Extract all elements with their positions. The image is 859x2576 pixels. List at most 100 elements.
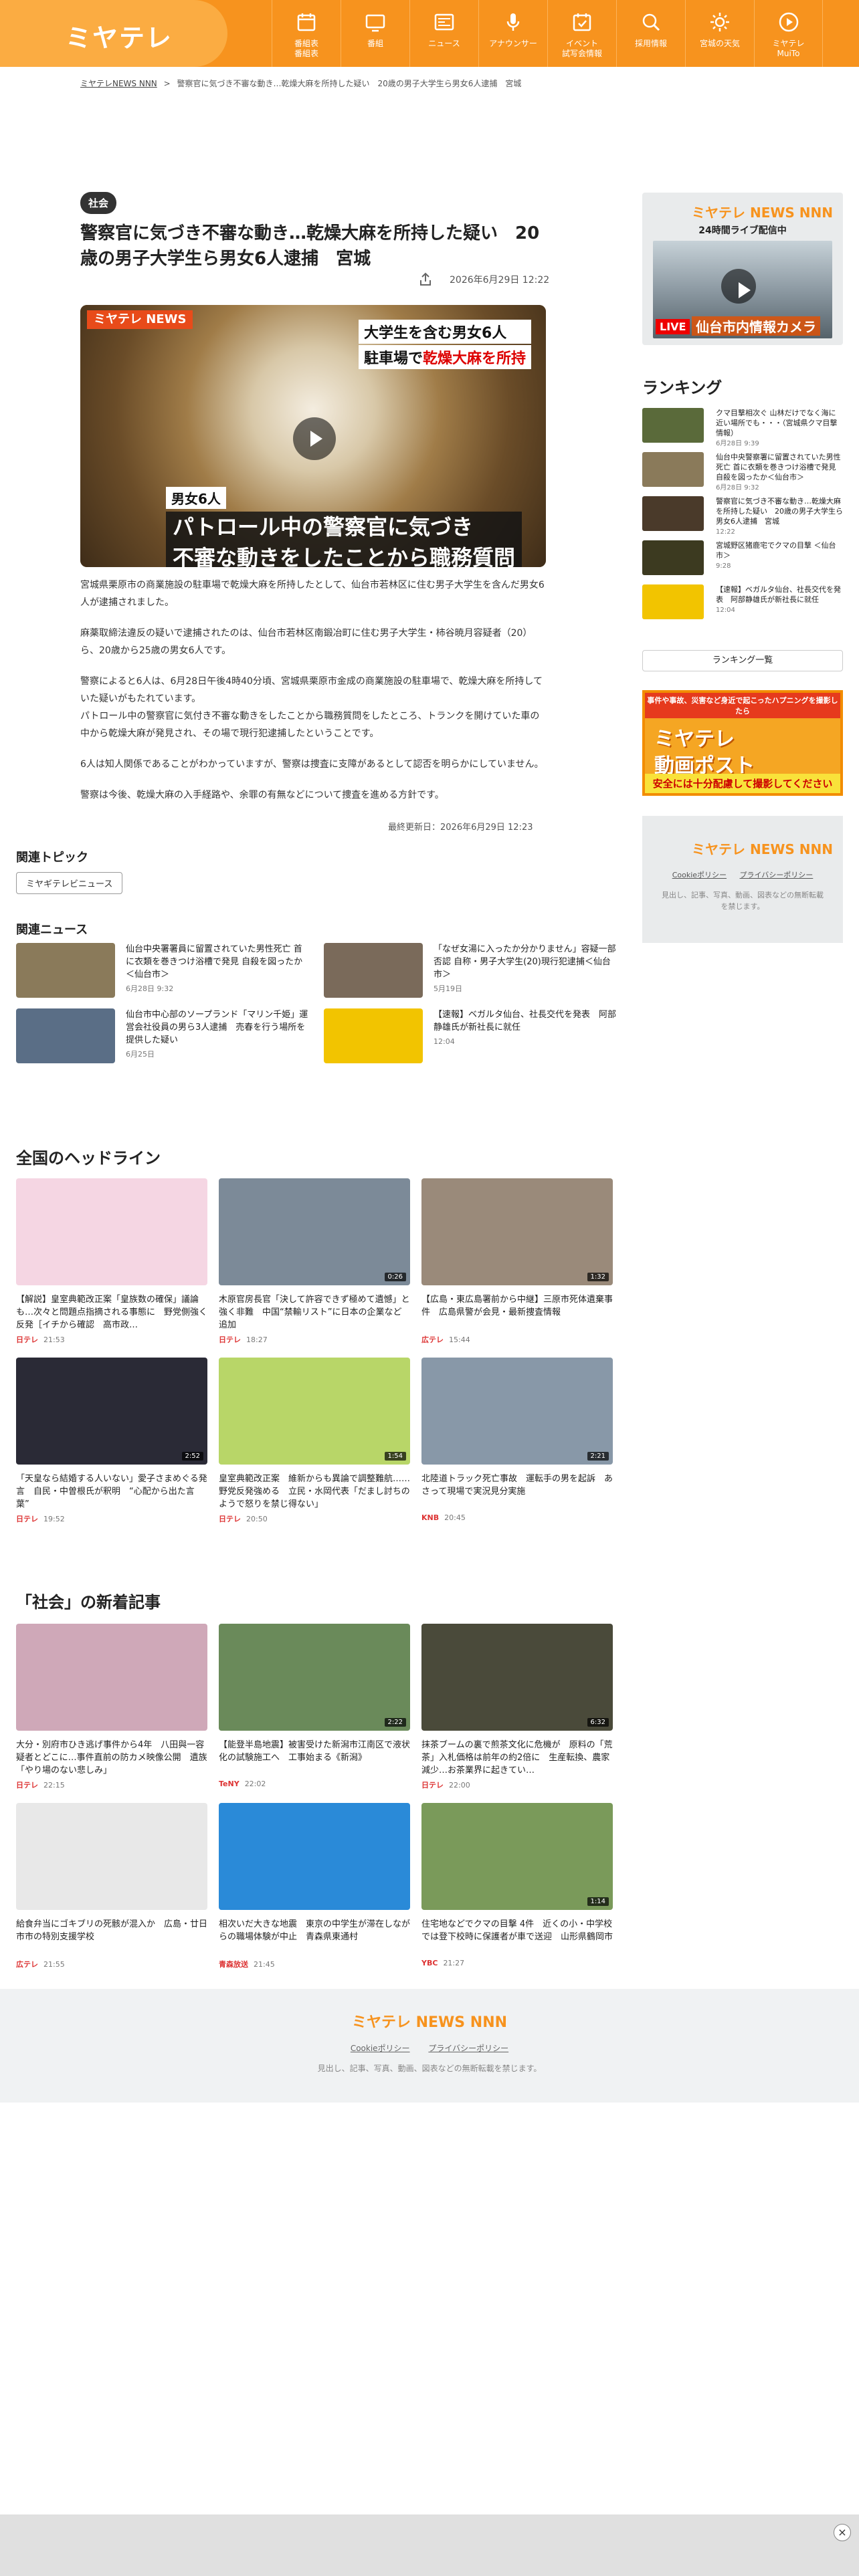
video-logo: ミヤテレ NEWS (87, 310, 193, 329)
play-button[interactable] (293, 417, 336, 460)
nav-item[interactable]: 宮城の天気 (685, 0, 754, 67)
news-card-time: 15:44 (449, 1335, 470, 1344)
news-card[interactable]: 2:22 【能登半島地震】被害受けた新潟市江南区で液状化の試験施工へ 工事始まる《… (219, 1624, 410, 1788)
news-card[interactable]: 2:21 北陸道トラック死亡事故 運転手の男を起訴 あさって現場で実況見分実施 KN… (421, 1358, 613, 1522)
video-duration: 2:21 (587, 1452, 609, 1461)
breadcrumb-separator: > (163, 79, 171, 88)
news-card-title: 北陸道トラック死亡事故 運転手の男を起訴 あさって現場で実況見分実施 (421, 1474, 613, 1497)
related-news-heading: 関連ニュース (16, 923, 88, 937)
news-card-time: 22:15 (43, 1781, 65, 1790)
live-thumbnail: LIVE 仙台市内情報カメラ (653, 241, 832, 338)
live-badge: LIVE (656, 319, 690, 334)
news-card[interactable]: 0:26 木原官房長官「決して許容できず極めて遺憾」と強く非難 中国“禁輸リスト”… (219, 1178, 410, 1345)
article-paragraph: 宮城県栗原市の商業施設の駐車場で乾燥大麻を所持したとして、仙台市若林区に住む男子… (80, 580, 545, 608)
nav-item[interactable]: 採用情報 (616, 0, 685, 67)
ranking-more-button[interactable]: ランキング一覧 (642, 650, 843, 671)
news-card-time: 21:55 (43, 1960, 65, 1969)
ranking-thumbnail (642, 540, 704, 575)
ranking-item[interactable]: 警察官に気づき不審な動き…乾燥大麻を所持した疑い 20歳の男子大学生ら男女6人逮… (642, 496, 843, 536)
news-card[interactable]: 1:32 【広島・東広島署前から中継】三原市死体遺棄事件 広島県警が会見・最新捜査… (421, 1178, 613, 1345)
banner-title: ミヤテレ 動画ポスト (645, 718, 840, 780)
sidebar-footer: ミヤテレ NEWS NNN Cookieポリシー プライバシーポリシー 見出し、… (642, 816, 843, 943)
video-caption-top: 大学生を含む男女6人 駐車場で乾燥大麻を所持 (358, 320, 531, 370)
ranking-item[interactable]: 【速報】ベガルタ仙台、社長交代を発表 阿部静雄氏が新社長に就任 12:04 (642, 584, 843, 622)
news-card-thumbnail: 1:14 (421, 1803, 613, 1910)
nav-item[interactable]: 番組 (341, 0, 409, 67)
news-card-title: 【広島・東広島署前から中継】三原市死体遺棄事件 広島県警が会見・最新捜査情報 (421, 1295, 613, 1317)
related-topic-button[interactable]: ミヤギテレビニュース (16, 872, 123, 894)
news-card-thumbnail (16, 1178, 207, 1285)
news-card[interactable]: 【解説】皇室典範改正案「皇族数の確保」議論も…次々と問題点指摘される事態に 野党… (16, 1178, 207, 1345)
nav-item[interactable]: アナウンサー (478, 0, 547, 67)
news-card-title: 給食弁当にゴキブリの死骸が混入か 広島・廿日市市の特別支援学校 (16, 1919, 207, 1942)
nav-item[interactable]: イベント 試写会情報 (547, 0, 616, 67)
news-card[interactable]: 相次いだ大きな地震 東京の中学生が滞在しながらの職場体験が中止 青森県東通村 青森… (219, 1803, 410, 1969)
nav-label: イベント 試写会情報 (561, 39, 602, 58)
sidebar-footer-logo[interactable]: ミヤテレ NEWS NNN (692, 839, 833, 858)
live-play-button[interactable] (721, 269, 756, 304)
nav-item[interactable]: ミヤテレ MuiTo (754, 0, 823, 67)
video-player[interactable]: ミヤテレ NEWS 大学生を含む男女6人 駐車場で乾燥大麻を所持 男女6人 パト… (80, 305, 546, 567)
video-caption-line2b: 乾燥大麻を所持 (422, 350, 526, 367)
news-card-source: 広テレ (16, 1960, 38, 1969)
related-news-item[interactable]: 「なぜ女湯に入ったか分かりません」容疑一部否認 自称・男子大学生(20)現行犯逮… (324, 943, 618, 998)
news-card[interactable]: 1:54 皇室典範改正案 維新からも異論で調整難航……野党反発強める 立民・水岡代… (219, 1358, 410, 1524)
ad-close-button[interactable]: × (834, 2524, 851, 2541)
cookie-policy-link[interactable]: Cookieポリシー (672, 871, 727, 879)
ad-bar: × (0, 2514, 859, 2576)
article-title: 警察官に気づき不審な動き…乾燥大麻を所持した疑い 20歳の男子大学生ら男女6人逮… (80, 223, 540, 269)
news-card-thumbnail: 6:32 (421, 1624, 613, 1731)
footer-links: Cookieポリシー プライバシーポリシー (0, 2042, 859, 2054)
nav-label: ミヤテレ MuiTo (772, 39, 805, 58)
video-caption-line1: 大学生を含む男女6人 (358, 320, 531, 344)
nav-label: 宮城の天気 (699, 39, 740, 48)
ranking-item[interactable]: 宮城野区猪鹿宅でクマの目撃 ＜仙台市＞ 9:28 (642, 540, 843, 578)
ranking-date: 9:28 (716, 562, 731, 570)
nav-label: ニュース (428, 39, 460, 48)
video-subtitle-line1: パトロール中の警察官に気づき (166, 512, 522, 542)
footer-privacy-link[interactable]: プライバシーポリシー (428, 2044, 508, 2053)
news-card[interactable]: 給食弁当にゴキブリの死骸が混入か 広島・廿日市市の特別支援学校広テレ 21:55 (16, 1803, 207, 1969)
related-news-thumbnail (324, 1008, 423, 1063)
news-card[interactable]: 2:52 「天皇なら結婚する人いない」愛子さまめぐる発言 自民・中曽根氏が釈明 “… (16, 1358, 207, 1524)
category-tag[interactable]: 社会 (80, 192, 117, 214)
site-logo[interactable]: ミヤテレ (66, 17, 173, 54)
video-duration: 1:14 (587, 1897, 609, 1906)
article-paragraph: 6人は知人関係であることがわかっていますが、警察は捜査に支障があるとして認否を明… (80, 759, 544, 770)
footer-cookie-link[interactable]: Cookieポリシー (351, 2044, 410, 2053)
ranking-thumbnail (642, 452, 704, 487)
news-card[interactable]: 1:14 住宅地などでクマの目撃 4件 近くの小・中学校では登下校時に保護者が車で… (421, 1803, 613, 1967)
ranking-title: 警察官に気づき不審な動き…乾燥大麻を所持した疑い 20歳の男子大学生ら男女6人逮… (716, 497, 843, 526)
banner-bottom-text: 安全には十分配慮して撮影してください (645, 774, 840, 793)
related-news-item[interactable]: 仙台中央署署員に留置されていた男性死亡 首に衣類を巻きつけ浴槽で発見 自殺を図っ… (16, 943, 310, 998)
news-card-source: 日テレ (16, 1515, 38, 1523)
ranking-item[interactable]: クマ目撃相次ぐ 山林だけでなく海に近い場所でも・・・（宮城県クマ目撃情報） 6月2… (642, 408, 843, 447)
news-card-thumbnail: 1:54 (219, 1358, 410, 1465)
related-news-title: 仙台市中心部のソープランド「マリン千姫」運営会社役員の男ら3人逮捕 売春を行う場… (126, 1010, 308, 1045)
video-post-banner[interactable]: 事件や事故、災害など身近で起こったハプニングを撮影したら ミヤテレ 動画ポスト 安… (642, 690, 843, 796)
news-card-thumbnail (16, 1803, 207, 1910)
related-news-item[interactable]: 【速報】ベガルタ仙台、社長交代を発表 阿部静雄氏が新社長に就任 12:04 (324, 1008, 618, 1063)
ranking-item[interactable]: 仙台中央警察署に留置されていた男性死亡 首に衣類を巻きつけ浴槽で発見 自殺を図っ… (642, 452, 843, 492)
news-icon (434, 13, 454, 31)
breadcrumb-home[interactable]: ミヤテレNEWS NNN (80, 79, 157, 88)
nav-label: アナウンサー (489, 39, 537, 48)
related-news-date: 6月28日 9:32 (126, 984, 174, 993)
related-news-thumbnail (324, 943, 423, 998)
ranking-title: 【速報】ベガルタ仙台、社長交代を発表 阿部静雄氏が新社長に就任 (716, 585, 841, 604)
nav-item[interactable]: ニュース (409, 0, 478, 67)
related-news-title: 「なぜ女湯に入ったか分かりません」容疑一部否認 自称・男子大学生(20)現行犯逮… (434, 944, 616, 980)
news-card-thumbnail: 0:26 (219, 1178, 410, 1285)
nav-item[interactable]: 番組表 番組表 (272, 0, 341, 67)
privacy-policy-link[interactable]: プライバシーポリシー (740, 871, 814, 879)
share-icon[interactable] (417, 272, 434, 288)
news-card[interactable]: 6:32 抹茶ブームの裏で煎茶文化に危機が 原料の「荒茶」入札価格は前年の約2倍に… (421, 1624, 613, 1790)
ranking-date: 12:22 (716, 528, 735, 536)
related-news-item[interactable]: 仙台市中心部のソープランド「マリン千姫」運営会社役員の男ら3人逮捕 売春を行う場… (16, 1008, 310, 1063)
footer-logo[interactable]: ミヤテレ NEWS NNN (0, 2010, 859, 2032)
live-stream-card[interactable]: ミヤテレ NEWS NNN 24時間ライブ配信中 LIVE 仙台市内情報カメラ (642, 193, 843, 345)
related-news-date: 5月19日 (434, 984, 462, 993)
news-card-source: KNB (421, 1513, 440, 1522)
news-card-thumbnail: 2:52 (16, 1358, 207, 1465)
news-card[interactable]: 大分・別府市ひき逃げ事件から4年 八田與一容疑者とどこに…事件直前の防カメ映像公… (16, 1624, 207, 1790)
